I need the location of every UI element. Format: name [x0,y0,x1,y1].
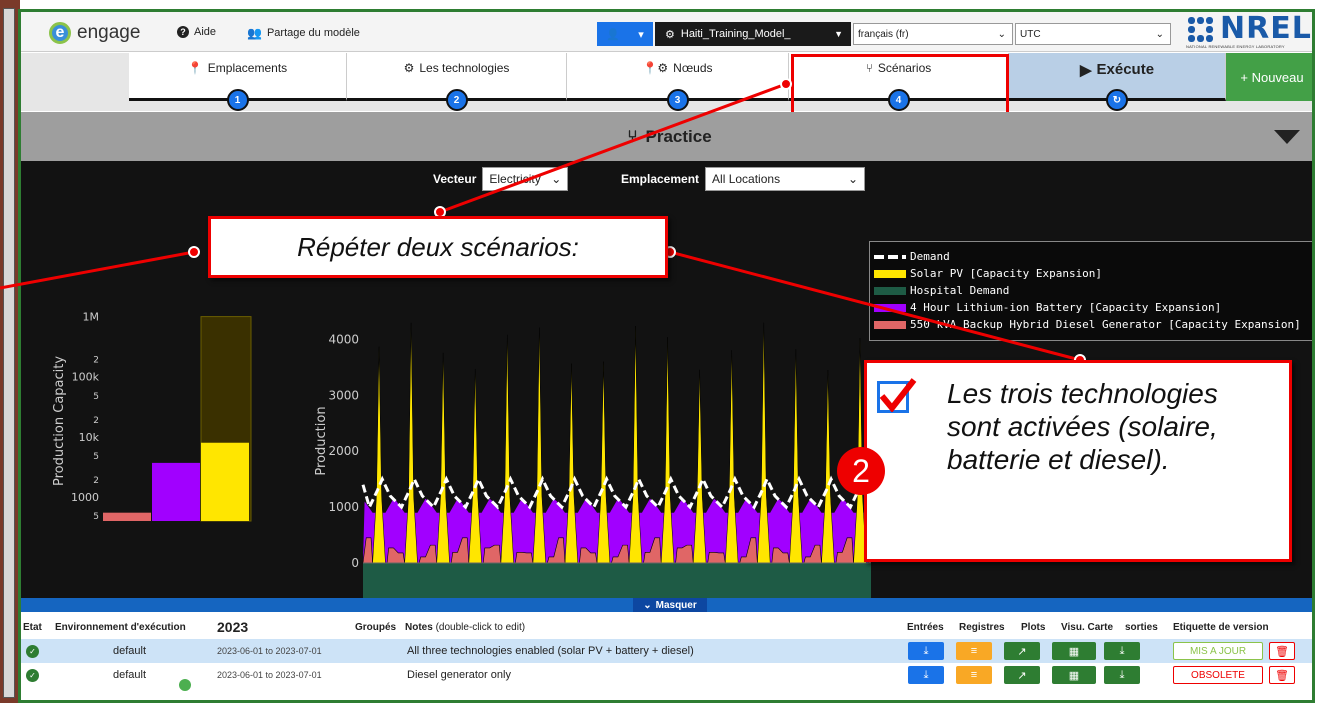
step-number-badge: 2 [837,447,885,495]
checkbox-icon [877,378,917,413]
three-tech-callout: 2 Les trois technologies sont activées (… [837,360,1292,562]
callout-text: Les trois technologies sont activées (so… [947,378,1218,475]
annotation-lines [0,78,1086,366]
repeat-scenarios-callout: Répéter deux scénarios: [208,216,668,278]
